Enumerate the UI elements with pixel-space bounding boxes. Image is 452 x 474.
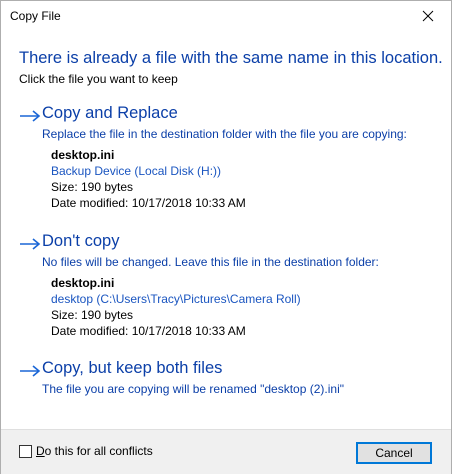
arrow-right-icon <box>19 108 41 124</box>
conflicts-checkbox-label[interactable]: Do this for all conflicts <box>36 444 153 458</box>
option-description: The file you are copying will be renamed… <box>42 382 345 396</box>
dialog-subheading: Click the file you want to keep <box>19 72 178 86</box>
file-size: Size: 190 bytes <box>51 180 134 194</box>
file-size: Size: 190 bytes <box>51 308 134 322</box>
close-button[interactable] <box>405 1 451 31</box>
file-info: desktop.ini Backup Device (Local Disk (H… <box>51 147 439 211</box>
dialog-footer: Do this for all conflicts Cancel <box>1 429 451 474</box>
option-description: No files will be changed. Leave this fil… <box>42 255 379 269</box>
file-date-modified: Date modified: 10/17/2018 10:33 AM <box>51 324 246 338</box>
file-info: desktop.ini desktop (C:\Users\Tracy\Pict… <box>51 275 439 339</box>
option-title: Copy, but keep both files <box>42 359 223 377</box>
option-dont-copy[interactable]: Don't copy No files will be changed. Lea… <box>19 232 439 339</box>
close-icon <box>422 10 434 22</box>
conflicts-checkbox-row[interactable]: Do this for all conflicts <box>19 444 153 458</box>
file-location: desktop (C:\Users\Tracy\Pictures\Camera … <box>51 292 301 306</box>
window-title: Copy File <box>10 9 61 23</box>
conflicts-checkbox[interactable] <box>19 444 32 458</box>
cancel-button[interactable]: Cancel <box>356 442 432 464</box>
option-header: Don't copy <box>19 232 439 254</box>
option-description: Replace the file in the destination fold… <box>42 127 407 141</box>
file-name: desktop.ini <box>51 148 115 162</box>
title-bar: Copy File <box>1 1 451 31</box>
option-header: Copy and Replace <box>19 104 439 126</box>
file-location: Backup Device (Local Disk (H:)) <box>51 164 222 178</box>
option-copy-and-replace[interactable]: Copy and Replace Replace the file in the… <box>19 104 439 211</box>
arrow-right-icon <box>19 236 41 252</box>
file-date-modified: Date modified: 10/17/2018 10:33 AM <box>51 196 246 210</box>
option-title: Copy and Replace <box>42 104 178 122</box>
dialog-heading: There is already a file with the same na… <box>19 49 443 67</box>
option-title: Don't copy <box>42 232 120 250</box>
file-name: desktop.ini <box>51 276 115 290</box>
arrow-right-icon <box>19 363 41 379</box>
option-header: Copy, but keep both files <box>19 359 439 381</box>
copy-file-dialog: Copy File There is already a file with t… <box>0 0 452 474</box>
option-keep-both[interactable]: Copy, but keep both files The file you a… <box>19 359 439 396</box>
